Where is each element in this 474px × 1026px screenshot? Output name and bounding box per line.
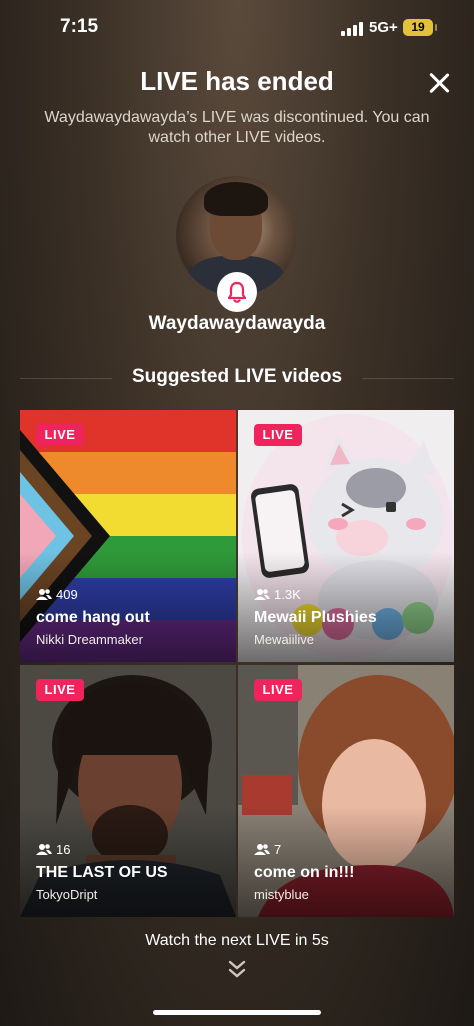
viewer-count: 1.3K: [254, 587, 301, 602]
live-card-come-hang-out[interactable]: LIVE 409 come hang out Nikki Dreammaker: [20, 410, 236, 662]
live-badge: LIVE: [254, 424, 302, 446]
status-time: 7:15: [60, 16, 99, 37]
viewer-count: 409: [36, 587, 78, 602]
live-card-mewaii-plushies[interactable]: LIVE 1.3K Mewaii Plushies Mewaiilive: [238, 410, 454, 662]
live-card-come-on-in[interactable]: LIVE 7 come on in!!! mistyblue: [238, 665, 454, 917]
live-badge: LIVE: [254, 679, 302, 701]
live-badge: LIVE: [36, 424, 84, 446]
home-indicator[interactable]: [153, 1010, 321, 1015]
card-host: Nikki Dreammaker: [36, 632, 143, 647]
card-host: TokyoDript: [36, 887, 98, 902]
card-title: come on in!!!: [254, 864, 355, 881]
card-title: come hang out: [36, 609, 150, 626]
network-label: 5G+: [369, 19, 398, 36]
suggested-heading: Suggested LIVE videos: [131, 366, 343, 387]
battery-icon: 19: [403, 19, 437, 36]
close-icon[interactable]: [424, 68, 454, 98]
live-card-the-last-of-us[interactable]: LIVE 16 THE LAST OF US TokyoDript: [20, 665, 236, 917]
viewer-count: 16: [36, 842, 70, 857]
viewers-icon: [36, 844, 52, 855]
viewer-count: 7: [254, 842, 281, 857]
viewers-icon: [254, 844, 270, 855]
double-chevron-down-icon[interactable]: [226, 958, 248, 985]
card-title: Mewaii Plushies: [254, 609, 377, 626]
ended-message: Waydawaydawayda’s LIVE was discontinued.…: [44, 109, 430, 146]
card-title: THE LAST OF US: [36, 864, 168, 881]
viewers-icon: [36, 589, 52, 600]
page-title: LIVE has ended: [140, 66, 334, 96]
viewers-icon: [254, 589, 270, 600]
bell-icon[interactable]: [217, 272, 257, 312]
card-host: Mewaiilive: [254, 632, 314, 647]
next-live-countdown: Watch the next LIVE in 5s: [145, 932, 329, 949]
signal-icon: [341, 22, 363, 36]
status-bar: 7:15 5G+ 19: [0, 0, 474, 56]
live-badge: LIVE: [36, 679, 84, 701]
card-host: mistyblue: [254, 887, 309, 902]
host-username[interactable]: Waydawaydawayda: [0, 313, 474, 335]
